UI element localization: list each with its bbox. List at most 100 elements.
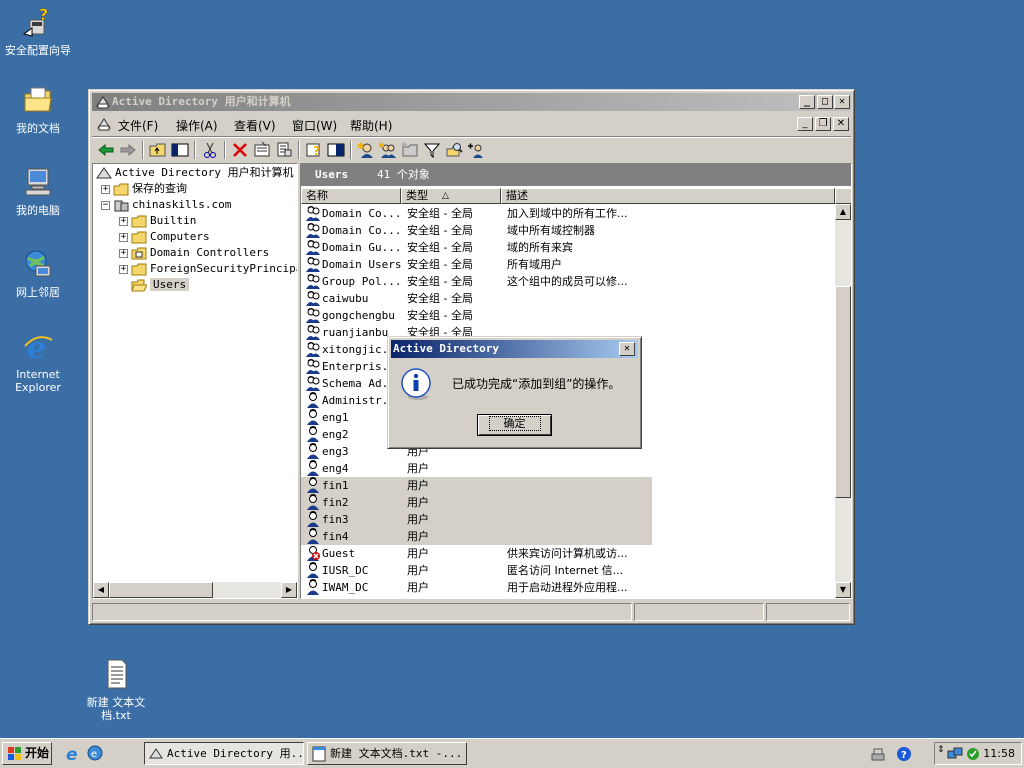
menu-view[interactable]: 查看(V) (234, 117, 276, 134)
find-icon[interactable] (444, 141, 464, 159)
desktop-icon-security-wizard[interactable]: ? 安全配置向导 (0, 5, 76, 57)
table-row[interactable]: fin2 用户 (301, 494, 652, 511)
tree-item-saved-queries[interactable]: + 保存的查询 (101, 181, 187, 197)
add-to-group-icon[interactable] (466, 141, 486, 159)
menu-help[interactable]: 帮助(H) (350, 117, 392, 134)
filter-icon[interactable] (422, 141, 442, 159)
scroll-thumb[interactable] (109, 582, 213, 598)
toolbar-separator (194, 141, 196, 159)
table-row[interactable]: Group Pol... 安全组 - 全局 这个组中的成员可以修... (301, 273, 835, 290)
tree-item-builtin[interactable]: + Builtin (119, 213, 196, 229)
results-vertical-scrollbar[interactable]: ▲ ▼ (835, 204, 851, 598)
close-button[interactable]: ✕ (834, 95, 850, 109)
scroll-thumb[interactable] (835, 286, 851, 498)
sort-ascending-icon: △ (442, 191, 449, 201)
desktop-icon-label: 新建 文本文档.txt (86, 696, 146, 722)
table-row[interactable]: caiwubu 安全组 - 全局 (301, 290, 835, 307)
menu-file[interactable]: 文件(F) (118, 117, 158, 134)
dialog-title: Active Directory (393, 342, 499, 355)
console-icon[interactable] (96, 116, 112, 132)
scroll-down-button[interactable]: ▼ (835, 582, 851, 598)
internet-explorer-icon[interactable]: e (64, 744, 82, 762)
collapse-toggle[interactable]: − (101, 200, 110, 210)
table-row[interactable]: Domain Co... 安全组 - 全局 域中所有域控制器 (301, 222, 835, 239)
table-row[interactable]: gongchengbu 安全组 - 全局 (301, 307, 835, 324)
new-group-icon[interactable]: ✱ (378, 141, 398, 159)
forward-arrow-icon[interactable] (118, 141, 138, 159)
dialog-titlebar[interactable]: Active Directory ✕ (391, 340, 638, 358)
child-close-button[interactable]: ✕ (833, 117, 849, 131)
group-icon (305, 375, 321, 391)
expand-toggle[interactable]: + (101, 184, 110, 194)
new-user-icon[interactable]: ✱ (356, 141, 376, 159)
cell-description: 域中所有域控制器 (507, 224, 595, 237)
window-titlebar[interactable]: Active Directory 用户和计算机 _ □ ✕ (92, 93, 851, 111)
scroll-up-button[interactable]: ▲ (835, 204, 851, 220)
taskbar-button-label: 新建 文本文档.txt -... (330, 747, 463, 760)
child-restore-button[interactable]: ❐ (815, 117, 831, 131)
start-button[interactable]: 开始 (2, 742, 52, 765)
desktop-icon-network-places[interactable]: 网上邻居 (0, 248, 76, 299)
scroll-left-button[interactable]: ◀ (93, 582, 109, 598)
cell-name: Domain Co... (305, 222, 401, 239)
tree-horizontal-scrollbar[interactable]: ◀ ▶ (93, 582, 297, 598)
export-list-icon[interactable] (274, 141, 294, 159)
table-row[interactable]: fin4 用户 (301, 528, 652, 545)
desktop-icon-my-documents[interactable]: 我的文档 (0, 84, 76, 135)
table-row[interactable]: Domain Co... 安全组 - 全局 加入到域中的所有工作... (301, 205, 835, 222)
properties-icon[interactable] (252, 141, 272, 159)
network-tray-icon[interactable] (947, 746, 963, 762)
tree-item-computers[interactable]: + Computers (119, 229, 210, 245)
tree-item-foreign-security-principals[interactable]: + ForeignSecurityPrincipa (119, 261, 297, 277)
up-folder-icon[interactable] (148, 141, 168, 159)
help-circle-icon[interactable]: ? (896, 746, 912, 762)
tree-item-domain-controllers[interactable]: + Domain Controllers (119, 245, 269, 261)
minimize-button[interactable]: _ (799, 95, 815, 109)
network-status-icon[interactable] (870, 746, 886, 762)
table-row[interactable]: Guest 用户 供来宾访问计算机或访... (301, 545, 835, 562)
tree-root[interactable]: Active Directory 用户和计算机 (96, 165, 294, 181)
taskbar-button-notepad[interactable]: 新建 文本文档.txt -... (307, 742, 467, 765)
toolbar-separator (298, 141, 300, 159)
expand-toggle[interactable]: + (119, 248, 128, 258)
console-tree-icon[interactable] (326, 141, 346, 159)
menu-window[interactable]: 窗口(W) (292, 117, 337, 134)
desktop-icon-my-computer[interactable]: 我的电脑 (0, 166, 76, 217)
table-row[interactable]: Domain Gu... 安全组 - 全局 域的所有来宾 (301, 239, 835, 256)
child-minimize-button[interactable]: _ (797, 117, 813, 131)
dialog-close-button[interactable]: ✕ (619, 342, 635, 356)
table-row[interactable]: fin3 用户 (301, 511, 652, 528)
delete-icon[interactable] (230, 141, 250, 159)
expand-toggle[interactable]: + (119, 232, 128, 242)
maximize-button[interactable]: □ (817, 95, 833, 109)
clock[interactable]: 11:58 (983, 747, 1015, 760)
table-row[interactable]: IUSR_DC 用户 匿名访问 Internet 信... (301, 562, 835, 579)
expand-toggle[interactable]: + (119, 264, 128, 274)
table-row[interactable]: Domain Users 安全组 - 全局 所有域用户 (301, 256, 835, 273)
tray-expand-icon[interactable]: ⇕ (937, 745, 945, 755)
column-header-description[interactable]: 描述 (501, 188, 835, 204)
column-header-type[interactable]: 类型 △ (401, 188, 501, 204)
show-tree-icon[interactable] (170, 141, 190, 159)
ok-button[interactable]: 确定 (477, 414, 552, 436)
row-name: ruanjianbu (322, 326, 389, 339)
svg-text:e: e (27, 331, 46, 362)
tree-item-users[interactable]: Users (119, 277, 190, 293)
scroll-right-button[interactable]: ▶ (281, 582, 297, 598)
table-row[interactable]: eng4 用户 (301, 460, 835, 477)
menu-action[interactable]: 操作(A) (176, 117, 218, 134)
show-desktop-icon[interactable]: e (86, 744, 104, 762)
new-ou-icon[interactable]: ✱ (400, 141, 420, 159)
help-icon[interactable]: ? (304, 141, 324, 159)
expand-toggle[interactable]: + (119, 216, 128, 226)
cut-icon[interactable] (200, 141, 220, 159)
taskbar-button-ad[interactable]: Active Directory 用... (144, 742, 304, 765)
desktop-icon-text-file[interactable]: 新建 文本文档.txt (78, 658, 154, 722)
desktop-icon-internet-explorer[interactable]: e Internet Explorer (0, 330, 76, 394)
tree-item-domain[interactable]: − chinaskills.com (101, 197, 231, 213)
column-header-name[interactable]: 名称 (301, 188, 401, 204)
table-row[interactable]: IWAM_DC 用户 用于启动进程外应用程... (301, 579, 835, 596)
back-arrow-icon[interactable] (96, 141, 116, 159)
security-tray-icon[interactable] (965, 746, 981, 762)
table-row[interactable]: fin1 用户 (301, 477, 652, 494)
